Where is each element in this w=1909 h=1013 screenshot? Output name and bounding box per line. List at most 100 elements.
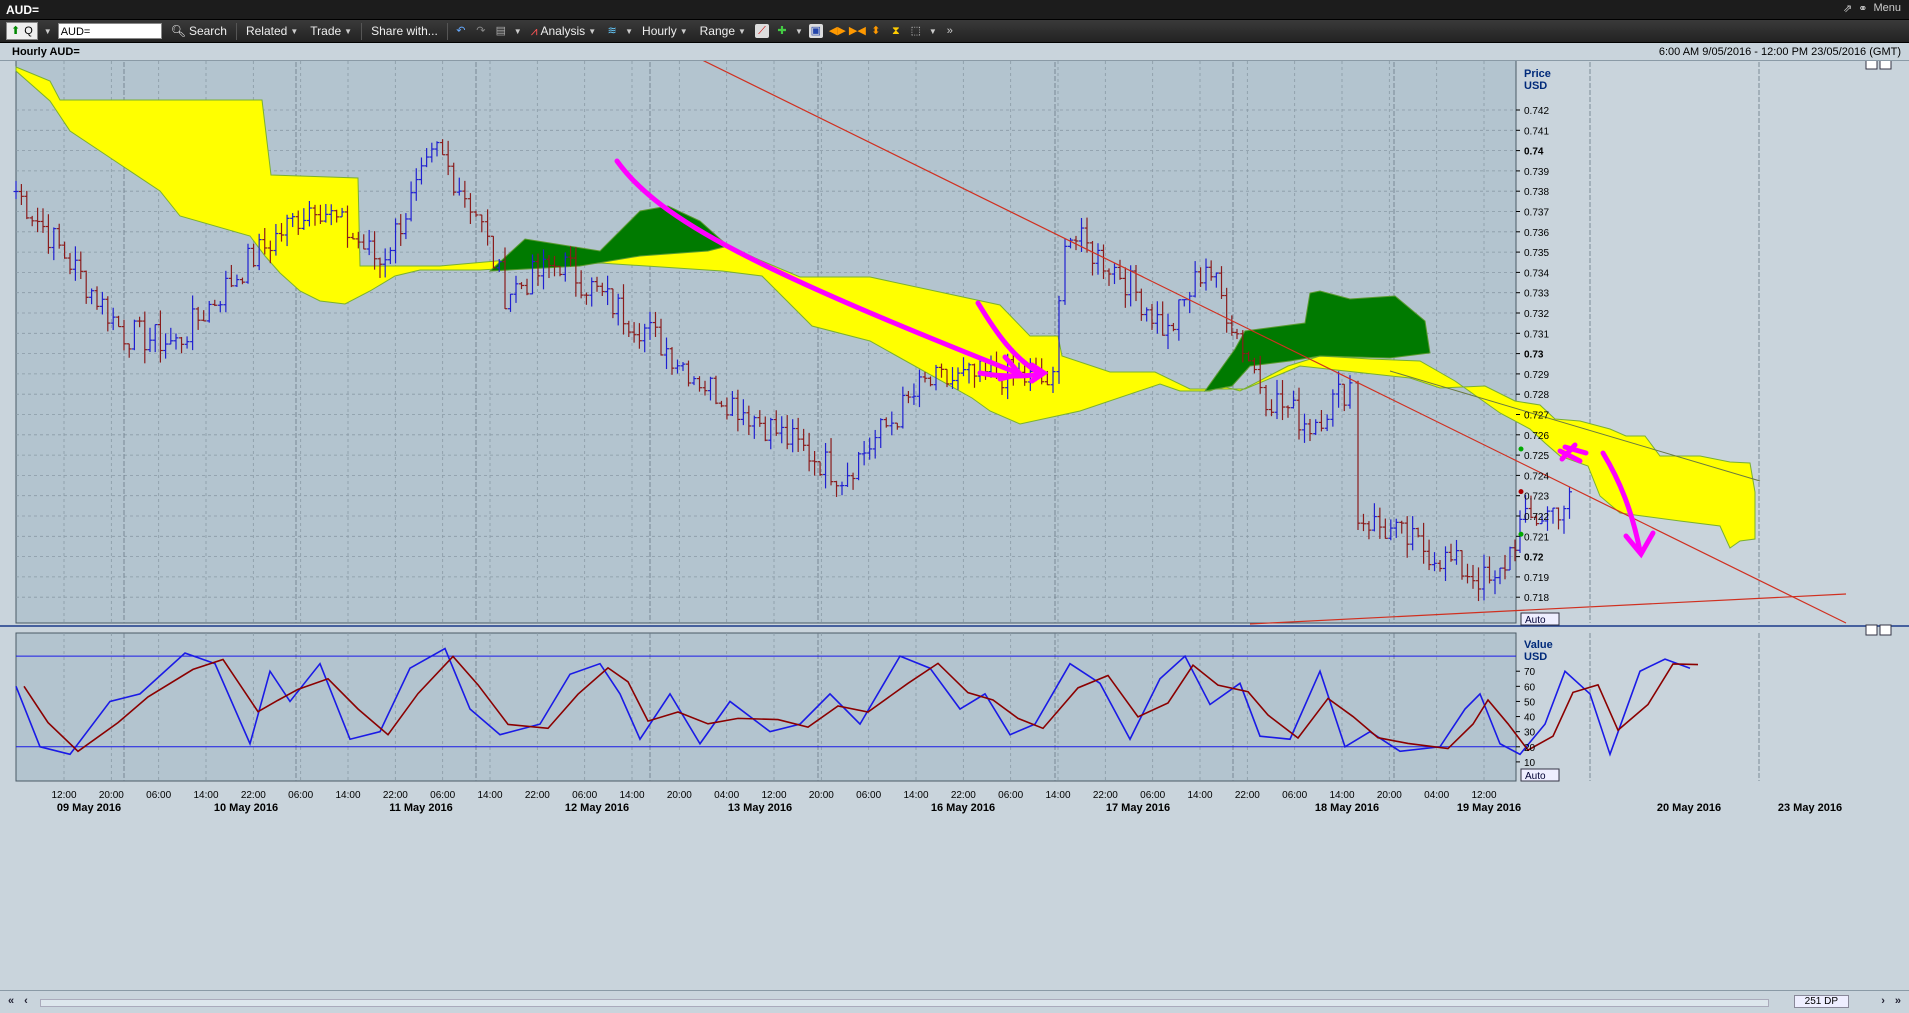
chevron-down-icon[interactable]: ▼ [625,27,633,36]
scroll-last-icon[interactable]: » [1895,995,1901,1007]
price-tick-label: 0.731 [1524,329,1549,340]
scroll-prev-icon[interactable]: ‹ [24,995,28,1007]
scroll-left-icon[interactable]: ◀▶ [829,24,846,38]
analysis-label: Analysis [540,24,586,38]
date-label: 20 May 2016 [1657,802,1721,814]
hour-label: 20:00 [1377,790,1402,801]
analysis-menu[interactable]: ⩘ Analysis ▼ [528,22,599,41]
range-menu[interactable]: Range ▼ [697,22,749,41]
hour-label: 20:00 [99,790,124,801]
link-icon[interactable]: ⚭ [1858,2,1867,15]
price-tick-label: 0.718 [1524,593,1549,604]
zoom-fit-icon[interactable]: ⧗ [889,24,903,38]
maximize-icon[interactable] [1865,624,1878,636]
price-tick-label: 0.721 [1524,532,1549,543]
zoom-box-icon[interactable]: ⬚ [909,24,923,38]
share-label: Share with... [371,24,438,38]
crosshair-icon[interactable]: ✚ [775,24,789,38]
price-tick-label: 0.73 [1524,350,1544,361]
trade-menu[interactable]: Trade ▼ [307,22,355,41]
hour-label: 06:00 [998,790,1023,801]
ric-input[interactable]: AUD= [57,23,162,39]
analysis-icon: ⩘ [530,23,538,38]
date-label: 09 May 2016 [57,802,121,814]
trade-label: Trade [310,24,342,38]
chart-area[interactable]: 0.7420.7410.740.7390.7380.7370.7360.7350… [0,61,1909,990]
time-scrollbar[interactable] [40,999,1769,1007]
date-label: 11 May 2016 [389,802,453,814]
hour-label: 06:00 [288,790,313,801]
scroll-next-icon[interactable]: › [1881,995,1885,1007]
marker-dot [1518,531,1524,537]
hour-label: 14:00 [335,790,360,801]
chevron-down-icon[interactable]: ▼ [44,27,52,36]
share-button[interactable]: Share with... [368,22,441,41]
chevron-down-icon[interactable]: ▼ [929,27,937,36]
hour-label: 04:00 [714,790,739,801]
quote-selector[interactable]: ⬆ Q [6,22,38,40]
undo-icon[interactable]: ↶ [454,24,468,38]
osc-tick-label: 10 [1524,758,1536,769]
maximize-icon[interactable] [1865,61,1878,70]
price-tick-label: 0.72 [1524,553,1544,564]
interval-label: Hourly [642,24,677,38]
window-titlebar: AUD= ⇗ ⚭ Menu [0,0,1909,20]
price-tick-label: 0.741 [1524,126,1549,137]
date-label: 19 May 2016 [1457,802,1521,814]
price-tick-label: 0.74 [1524,147,1544,158]
price-tick-label: 0.723 [1524,492,1549,503]
chevron-down-icon[interactable]: ▼ [514,27,522,36]
osc-axis-title: Value [1524,639,1553,651]
more-icon[interactable]: » [943,24,957,38]
marker-dot [1518,446,1524,452]
folder-icon[interactable]: ▤ [494,24,508,38]
overlay-icon[interactable]: ≋ [605,24,619,38]
hour-label: 14:00 [1187,790,1212,801]
range-label: Range [699,24,736,38]
popout-icon[interactable]: ⇗ [1843,2,1852,15]
osc-tick-label: 30 [1524,728,1536,739]
data-points-badge[interactable]: 251 DP [1793,995,1849,1008]
close-icon[interactable] [1879,624,1892,636]
search-button[interactable]: 🔍︎ Search [168,22,230,41]
hour-label: 14:00 [1045,790,1070,801]
window-icon[interactable]: ▣ [808,24,823,38]
chevron-down-icon: ▼ [344,26,353,36]
close-icon[interactable] [1879,61,1892,70]
zoom-vertical-icon[interactable]: ⬍ [869,24,883,38]
redo-icon[interactable]: ↷ [474,24,488,38]
price-tick-label: 0.739 [1524,167,1549,178]
date-label: 17 May 2016 [1106,802,1170,814]
search-icon: 🔍︎ [170,24,186,38]
date-label: 16 May 2016 [931,802,995,814]
price-tick-label: 0.726 [1524,431,1549,442]
chart-header: Hourly AUD= 6:00 AM 9/05/2016 - 12:00 PM… [0,43,1909,61]
scroll-first-icon[interactable]: « [8,995,14,1007]
date-label: 18 May 2016 [1315,802,1379,814]
date-range: 6:00 AM 9/05/2016 - 12:00 PM 23/05/2016 … [1658,46,1901,58]
toolbar-divider [235,22,237,40]
main-toolbar: ⬆ Q ▼ AUD= 🔍︎ Search Related ▼ Trade ▼ Shar… [0,20,1909,43]
marker-dot [1518,489,1524,495]
hour-label: 22:00 [525,790,550,801]
interval-menu[interactable]: Hourly ▼ [639,22,691,41]
osc-tick-label: 40 [1524,713,1536,724]
chart-type-icon[interactable]: ⟋ [754,24,769,38]
scroll-nav-left: « ‹ [8,995,28,1007]
scroll-end-icon[interactable]: ▶◀ [849,24,866,38]
chevron-down-icon[interactable]: ▼ [795,27,803,36]
window-title: AUD= [6,3,40,17]
hour-label: 20:00 [809,790,834,801]
window-controls: ⇗ ⚭ Menu [1843,2,1901,15]
related-menu[interactable]: Related ▼ [243,22,301,41]
price-tick-label: 0.725 [1524,451,1549,462]
hour-label: 12:00 [1471,790,1496,801]
hour-label: 22:00 [1093,790,1118,801]
menu-button[interactable]: Menu [1873,2,1901,15]
osc-tick-label: 60 [1524,682,1536,693]
hour-label: 14:00 [193,790,218,801]
price-tick-label: 0.733 [1524,289,1549,300]
price-tick-label: 0.734 [1524,268,1549,279]
price-tick-label: 0.719 [1524,573,1549,584]
osc-tick-label: 20 [1524,743,1536,754]
